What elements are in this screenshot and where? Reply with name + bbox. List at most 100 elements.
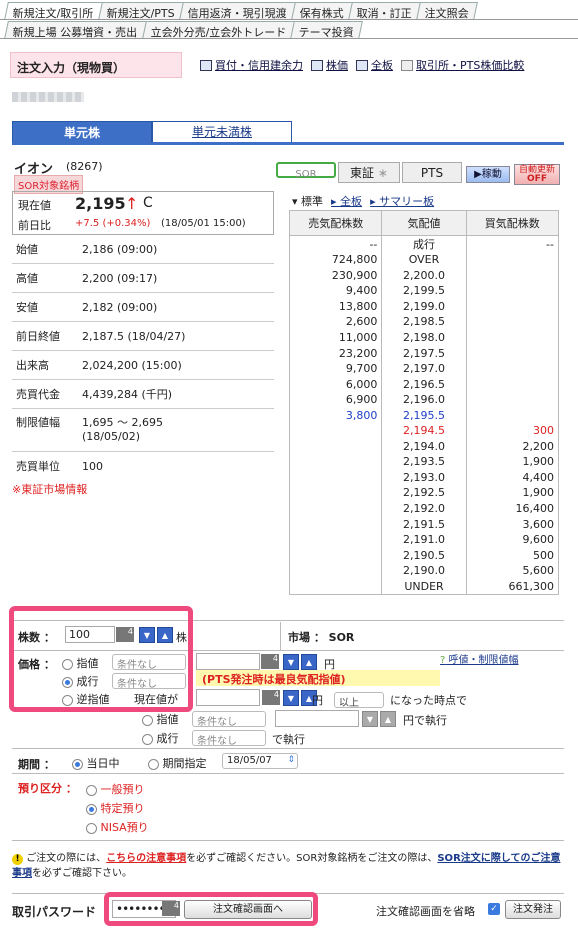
tab-divider-2 [0, 38, 578, 39]
tab-margin-repay[interactable]: 信用返済・現引現渡 [178, 2, 296, 20]
ask-qty-cell: 724,800 [288, 252, 383, 268]
price-cell: 2,199.5 [381, 283, 467, 299]
price-cell: 2,194.0 [381, 438, 467, 455]
bid-qty-cell: 4,400 [465, 469, 560, 486]
tosho-market-info-link[interactable]: ※東証市場情報 [12, 481, 87, 497]
tab-ipo[interactable]: 新規上場 公募増資・売出 [4, 21, 147, 39]
price-up-button[interactable]: ▲ [301, 654, 317, 670]
current-price-label: 現在値 [18, 199, 51, 212]
board-row: 2,193.5 1,900 [288, 454, 560, 470]
ask-qty-cell [288, 500, 383, 517]
current-price-box: 現在値 2,195 ↑ C 前日比 +7.5 (+0.34%) (18/05/0… [12, 191, 274, 235]
keyboard-icon[interactable]: 4 [261, 654, 279, 669]
ask-qty-cell [288, 438, 383, 455]
change-time: (18/05/01 15:00) [161, 218, 246, 229]
stop-limit-price-input[interactable] [275, 710, 359, 727]
highlight-password-confirm [104, 892, 318, 926]
bid-qty-cell [465, 267, 560, 284]
pts-compare-link[interactable]: 取引所・PTS株価比較 [401, 57, 524, 73]
board-row: 724,800 OVER [288, 252, 560, 268]
ask-qty-cell: 3,800 [288, 407, 383, 424]
board-summary-link[interactable]: ▸ サマリー板 [370, 193, 434, 209]
board-full-link[interactable]: ▸ 全板 [331, 193, 362, 209]
ask-qty-cell [288, 454, 383, 470]
stop-price-down-button[interactable]: ▼ [362, 711, 378, 727]
market-pts-button[interactable]: PTS [402, 162, 462, 183]
price-cell: 2,190.5 [381, 547, 467, 563]
ask-qty-cell: 2,600 [288, 314, 383, 330]
buying-power-link[interactable]: 買付・信用建余力 [200, 57, 303, 73]
stop-limit-condition-select[interactable]: 条件なし [192, 711, 266, 728]
keyboard-icon[interactable]: 4 [262, 690, 280, 705]
info-row: 制限値幅 1,695 ～ 2,695 (18/05/02) [12, 409, 274, 452]
bid-qty-header: 買気配株数 [465, 210, 560, 236]
board-row: 2,193.0 4,400 [288, 469, 560, 486]
caution-link[interactable]: こちらの注意事項 [106, 853, 186, 864]
auto-update-toggle[interactable]: 自動更新 OFF [514, 164, 560, 185]
period-radio[interactable]: 期間指定 [148, 755, 207, 771]
info-row: 出来高 2,024,200 (15:00) [12, 351, 274, 380]
chart-icon [311, 59, 323, 71]
stop-limit-radio[interactable]: 指値 [142, 711, 179, 727]
bid-qty-cell [465, 314, 560, 330]
board-view-links: ▾ 標準 ▸ 全板 ▸ サマリー板 [292, 193, 434, 209]
bid-qty-cell [465, 329, 560, 346]
place-order-button[interactable]: 注文発注 [505, 900, 561, 919]
board-standard[interactable]: ▾ 標準 [292, 193, 323, 209]
tab-row-2: 新規上場 公募増資・売出 立会外分売/立会外トレード テーマ投資 [4, 21, 364, 39]
board-row: 13,800 2,199.0 [288, 298, 560, 315]
unit-tab-underline [12, 142, 564, 145]
today-radio[interactable]: 当日中 [72, 755, 120, 771]
ask-qty-cell: 23,200 [288, 345, 383, 361]
stock-price-link[interactable]: 株価 [311, 57, 348, 73]
tab-order-inquiry[interactable]: 注文照会 [415, 2, 478, 20]
board-row: 6,900 2,196.0 [288, 391, 560, 408]
ask-qty-cell: 6,900 [288, 391, 383, 408]
stop-market-condition-select[interactable]: 条件なし [192, 730, 266, 747]
auto-run-button[interactable]: ▶稼動 [466, 166, 510, 183]
board-row: 2,600 2,198.5 [288, 314, 560, 330]
trigger-down-button[interactable]: ▼ [283, 690, 299, 706]
bid-qty-cell [465, 345, 560, 361]
yen-exec-label: 円で執行 [403, 714, 447, 727]
price-cell: 2,196.0 [381, 391, 467, 408]
price-down-button[interactable]: ▼ [283, 654, 299, 670]
tick-size-link[interactable]: ? 呼値・制限値幅 [440, 651, 519, 666]
tab-odd-lot[interactable]: 単元未満株 [152, 121, 292, 143]
tab-cancel-modify[interactable]: 取消・訂正 [347, 2, 421, 20]
custody-label: 預り区分 ： [18, 782, 77, 795]
yen-unit: 円 [312, 694, 323, 707]
board-row: 23,200 2,197.5 [288, 345, 560, 361]
limit-price-input[interactable] [196, 653, 260, 670]
tab-divider [0, 19, 578, 20]
tab-holdings[interactable]: 保有株式 [290, 2, 353, 20]
skip-confirm-checkbox[interactable]: ✓ [488, 903, 500, 915]
stop-market-radio[interactable]: 成行 [142, 730, 179, 746]
above-select[interactable]: 以上 [334, 692, 384, 709]
general-custody-radio[interactable]: 一般預り [86, 781, 145, 797]
ask-qty-cell: 9,400 [288, 283, 383, 299]
ask-qty-cell: 9,700 [288, 360, 383, 377]
ask-qty-cell: -- [288, 235, 383, 252]
ask-qty-cell [288, 531, 383, 548]
tab-theme[interactable]: テーマ投資 [290, 21, 364, 39]
stop-price-up-button[interactable]: ▲ [380, 711, 396, 727]
nisa-custody-radio[interactable]: NISA預り [86, 819, 149, 835]
full-board-link[interactable]: 全板 [356, 57, 393, 73]
order-board-table: 売気配株数 気配値 買気配株数 -- 成行 -- 724,800 OVER 230,900… [288, 210, 560, 595]
market-sor-button[interactable]: SOR [276, 162, 336, 180]
ask-qty-cell [288, 547, 383, 563]
tab-unit-shares[interactable]: 単元株 [12, 121, 152, 143]
trigger-price-input[interactable] [196, 689, 260, 706]
info-row: 前日終値 2,187.5 (18/04/27) [12, 322, 274, 351]
market-exec-label: で執行 [272, 733, 305, 746]
info-row: 売買代金 4,439,284 (千円) [12, 380, 274, 409]
period-date-select[interactable]: 18/05/07 ⇕ [222, 753, 298, 769]
tab-off-floor[interactable]: 立会外分売/立会外トレード [141, 21, 296, 39]
price-cell: 2,194.5 [381, 423, 467, 439]
tab-new-order-pts[interactable]: 新規注文/PTS [97, 2, 184, 20]
specific-custody-radio[interactable]: 特定預り [86, 800, 145, 816]
tab-new-order-exchange[interactable]: 新規注文/取引所 [4, 2, 103, 20]
warning-icon: ! [12, 854, 23, 865]
market-tosho-button[interactable]: 東証 ∗ [338, 162, 400, 183]
